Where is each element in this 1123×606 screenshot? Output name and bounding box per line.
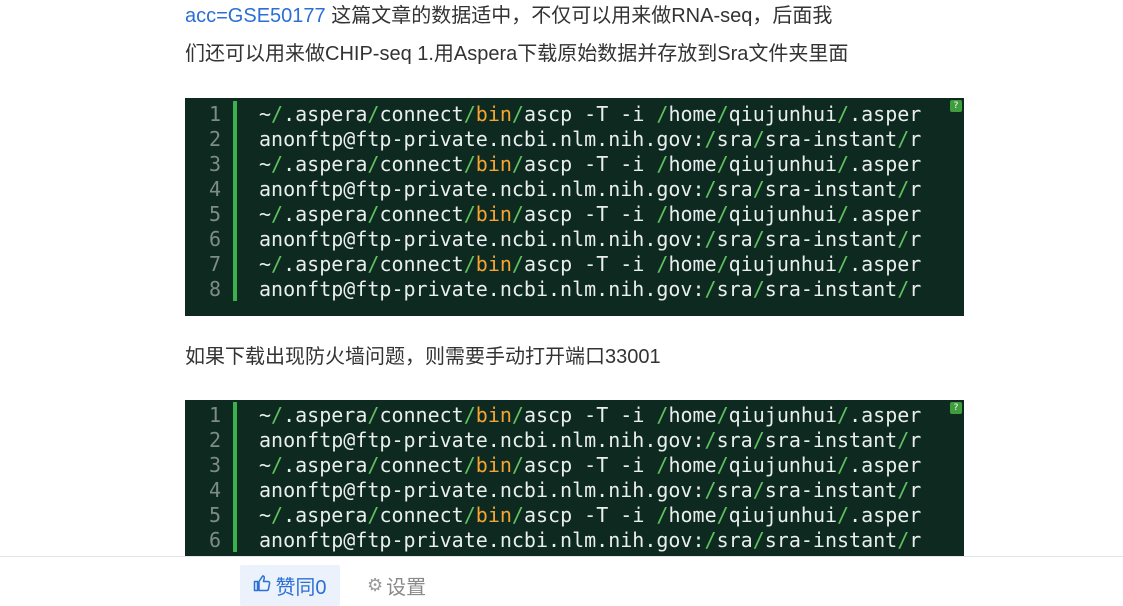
line-number: 5 [208,502,221,527]
intro-line1-text: 这篇文章的数据适中，不仅可以用来做RNA-seq，后面我 [325,5,833,27]
code-text: anonftp@ftp-private.ncbi.nlm.nih.gov:/sr… [237,227,921,251]
code-line: 3 ~/.aspera/connect/bin/ascp -T -i /home/… [185,151,964,176]
code-line: 5 ~/.aspera/connect/bin/ascp -T -i /home/… [185,502,964,527]
code-line: 8 anonftp@ftp-private.ncbi.nlm.nih.gov:/s… [185,276,964,301]
line-number: 4 [208,477,221,502]
line-number: 2 [208,126,221,151]
help-icon[interactable]: ? [950,402,962,414]
line-number: 4 [208,176,221,201]
code-text: anonftp@ftp-private.ncbi.nlm.nih.gov:/sr… [237,177,921,201]
ftp-path-text: anonftp@ftp-private.ncbi.nlm.nih.gov:/sr… [259,276,922,301]
code-line: 7 ~/.aspera/connect/bin/ascp -T -i /home/… [185,251,964,276]
line-number: 3 [208,452,221,477]
line-number: 1 [208,402,221,427]
code-text: ~/.aspera/connect/bin/ascp -T -i /home/q… [237,453,921,477]
intro-line2-text: 们还可以用来做CHIP-seq 1.用Aspera下载原始数据并存放到Sra文件… [185,43,849,65]
code-text: ~/.aspera/connect/bin/ascp -T -i /home/q… [237,102,921,126]
settings-label: 设置 [386,577,427,599]
code-text: ~/.aspera/connect/bin/ascp -T -i /home/q… [237,403,921,427]
gse-link[interactable]: acc=GSE50177 [185,5,326,27]
ascp-command-text: ~/.aspera/connect/bin/ascp -T -i /home/q… [259,101,922,126]
ascp-command-text: ~/.aspera/connect/bin/ascp -T -i /home/q… [259,402,922,427]
like-label: 赞同0 [275,577,327,599]
line-number: 5 [208,201,221,226]
code-line: 3 ~/.aspera/connect/bin/ascp -T -i /home/… [185,452,964,477]
ftp-path-text: anonftp@ftp-private.ncbi.nlm.nih.gov:/sr… [259,226,922,251]
ftp-path-text: anonftp@ftp-private.ncbi.nlm.nih.gov:/sr… [259,477,922,502]
code-text: ~/.aspera/connect/bin/ascp -T -i /home/q… [237,202,921,226]
like-button[interactable]: 赞同0 [240,565,340,606]
line-number: 7 [208,251,221,276]
code-line: 4 anonftp@ftp-private.ncbi.nlm.nih.gov:/s… [185,176,964,201]
code-line: 1 ~/.aspera/connect/bin/ascp -T -i /home/… [185,402,964,427]
help-icon[interactable]: ? [950,100,962,112]
ascp-command-text: ~/.aspera/connect/bin/ascp -T -i /home/q… [259,452,922,477]
code-text: anonftp@ftp-private.ncbi.nlm.nih.gov:/sr… [237,478,921,502]
code-text: ~/.aspera/connect/bin/ascp -T -i /home/q… [237,503,921,527]
line-number: 1 [208,101,221,126]
line-number: 8 [208,276,221,301]
code-line: 6 anonftp@ftp-private.ncbi.nlm.nih.gov:/s… [185,226,964,251]
settings-link[interactable]: ⚙ 设置 [367,565,426,606]
bottom-action-bar: 赞同0 ⚙ 设置 [0,556,1123,606]
code-line: 1 ~/.aspera/connect/bin/ascp -T -i /home/… [185,101,964,126]
gear-icon: ⚙ [367,575,384,595]
code-block-2: ? 1 ~/.aspera/connect/bin/ascp -T -i /hom… [185,400,964,558]
intro-paragraph: acc=GSE50177 这篇文章的数据适中，不仅可以用来做RNA-seq，后面… [185,0,985,70]
ftp-path-text: anonftp@ftp-private.ncbi.nlm.nih.gov:/sr… [259,527,922,552]
code-line: 6 anonftp@ftp-private.ncbi.nlm.nih.gov:/s… [185,527,964,552]
ascp-command-text: ~/.aspera/connect/bin/ascp -T -i /home/q… [259,201,922,226]
line-number: 3 [208,151,221,176]
code-block-1: ? 1 ~/.aspera/connect/bin/ascp -T -i /hom… [185,98,964,316]
ftp-path-text: anonftp@ftp-private.ncbi.nlm.nih.gov:/sr… [259,126,922,151]
thumbs-up-icon [253,574,271,598]
firewall-note: 如果下载出现防火墙问题，则需要手动打开端口33001 [185,346,661,368]
code-line: 2 anonftp@ftp-private.ncbi.nlm.nih.gov:/s… [185,427,964,452]
code-text: anonftp@ftp-private.ncbi.nlm.nih.gov:/sr… [237,277,921,301]
ascp-command-text: ~/.aspera/connect/bin/ascp -T -i /home/q… [259,502,922,527]
ascp-command-text: ~/.aspera/connect/bin/ascp -T -i /home/q… [259,251,922,276]
code-text: anonftp@ftp-private.ncbi.nlm.nih.gov:/sr… [237,528,921,552]
ftp-path-text: anonftp@ftp-private.ncbi.nlm.nih.gov:/sr… [259,176,922,201]
line-number: 2 [208,427,221,452]
ascp-command-text: ~/.aspera/connect/bin/ascp -T -i /home/q… [259,151,922,176]
ftp-path-text: anonftp@ftp-private.ncbi.nlm.nih.gov:/sr… [259,427,922,452]
code-line: 4 anonftp@ftp-private.ncbi.nlm.nih.gov:/s… [185,477,964,502]
code-text: anonftp@ftp-private.ncbi.nlm.nih.gov:/sr… [237,428,921,452]
code-text: anonftp@ftp-private.ncbi.nlm.nih.gov:/sr… [237,127,921,151]
code-text: ~/.aspera/connect/bin/ascp -T -i /home/q… [237,152,921,176]
line-number: 6 [208,226,221,251]
code-text: ~/.aspera/connect/bin/ascp -T -i /home/q… [237,252,921,276]
code-line: 2 anonftp@ftp-private.ncbi.nlm.nih.gov:/s… [185,126,964,151]
code-line: 5 ~/.aspera/connect/bin/ascp -T -i /home/… [185,201,964,226]
line-number: 6 [208,527,221,552]
